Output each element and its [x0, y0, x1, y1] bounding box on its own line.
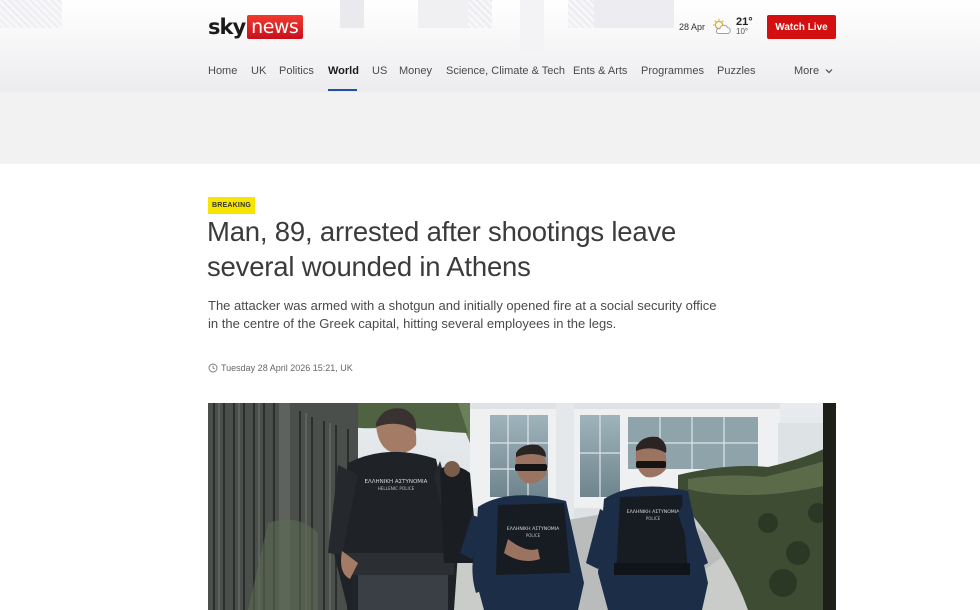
header-decoration [418, 0, 468, 28]
vest-label: ΕΛΛΗΝΙΚΗ ΑΣΤΥΝΟΜΙΑ [365, 479, 428, 485]
vest-label: ΕΛΛΗΝΙΚΗ ΑΣΤΥΝΟΜΙΑ [627, 509, 680, 515]
article-timestamp: Tuesday 28 April 2026 15:21, UK [208, 361, 353, 375]
temperature-high: 21° [736, 16, 753, 28]
nav-more-button[interactable]: More [794, 64, 833, 78]
clock-icon [208, 363, 218, 373]
header-decoration [568, 0, 594, 28]
logo-news-wordmark: news [247, 15, 304, 39]
watch-live-button[interactable]: Watch Live [767, 15, 836, 39]
nav-item-us[interactable]: US [372, 64, 387, 78]
nav-item-world[interactable]: World [328, 64, 359, 78]
headline-line: several wounded in Athens [207, 251, 531, 282]
header-decoration [468, 0, 492, 28]
hero-photo-illustration: ΕΛΛΗΝΙΚΗ ΑΣΤΥΝΟΜΙΑ HELLENIC POLICE ΕΛΛΗΝ… [208, 403, 836, 610]
vest-label: ΕΛΛΗΝΙΚΗ ΑΣΤΥΝΟΜΙΑ [507, 526, 560, 532]
temperature: 21° 10° [736, 17, 753, 37]
nav-item-puzzles[interactable]: Puzzles [717, 64, 756, 78]
article-headline: Man, 89, arrested after shootings leave … [207, 214, 767, 284]
weather-widget[interactable]: 28 Apr 21° 10° [679, 16, 753, 38]
vest-label-sub: POLICE [526, 533, 541, 538]
chevron-down-icon [825, 69, 833, 74]
header-decoration [340, 0, 364, 28]
standfirst-line: in the centre of the Greek capital, hitt… [208, 316, 617, 331]
vest-label-sub: POLICE [646, 516, 661, 521]
header-decoration [0, 0, 62, 28]
nav-item-politics[interactable]: Politics [279, 64, 314, 78]
logo-sky-wordmark: sky [208, 15, 246, 39]
partly-cloudy-icon [713, 18, 731, 34]
nav-more-label: More [794, 65, 820, 77]
masthead: sky news 28 Apr 21° 10° Watch Live Home … [0, 0, 980, 92]
nav-item-programmes[interactable]: Programmes [641, 64, 704, 78]
temperature-low: 10° [736, 27, 749, 36]
nav-item-uk[interactable]: UK [251, 64, 266, 78]
vest-label-sub: HELLENIC POLICE [378, 486, 415, 491]
article-hero-image[interactable]: ΕΛΛΗΝΙΚΗ ΑΣΤΥΝΟΜΙΑ HELLENIC POLICE ΕΛΛΗΝ… [208, 403, 836, 610]
nav-item-home[interactable]: Home [208, 64, 237, 78]
advert-slot [0, 92, 980, 164]
main-nav: Home UK Politics World US Money Science,… [208, 64, 836, 92]
article-standfirst: The attacker was armed with a shotgun an… [208, 297, 748, 333]
standfirst-line: The attacker was armed with a shotgun an… [208, 298, 717, 313]
breaking-badge: BREAKING [208, 197, 255, 214]
header-decoration [520, 0, 544, 52]
header-decoration [594, 0, 674, 28]
nav-active-underline [328, 89, 357, 91]
nav-item-money[interactable]: Money [399, 64, 432, 78]
headline-line: Man, 89, arrested after shootings leave [207, 216, 677, 247]
nav-item-ents-arts[interactable]: Ents & Arts [573, 64, 627, 78]
nav-item-science-climate-tech[interactable]: Science, Climate & Tech [446, 64, 565, 78]
timestamp-text: Tuesday 28 April 2026 15:21, UK [221, 363, 353, 373]
sky-news-logo[interactable]: sky news [208, 15, 304, 39]
weather-date: 28 Apr [679, 22, 706, 32]
